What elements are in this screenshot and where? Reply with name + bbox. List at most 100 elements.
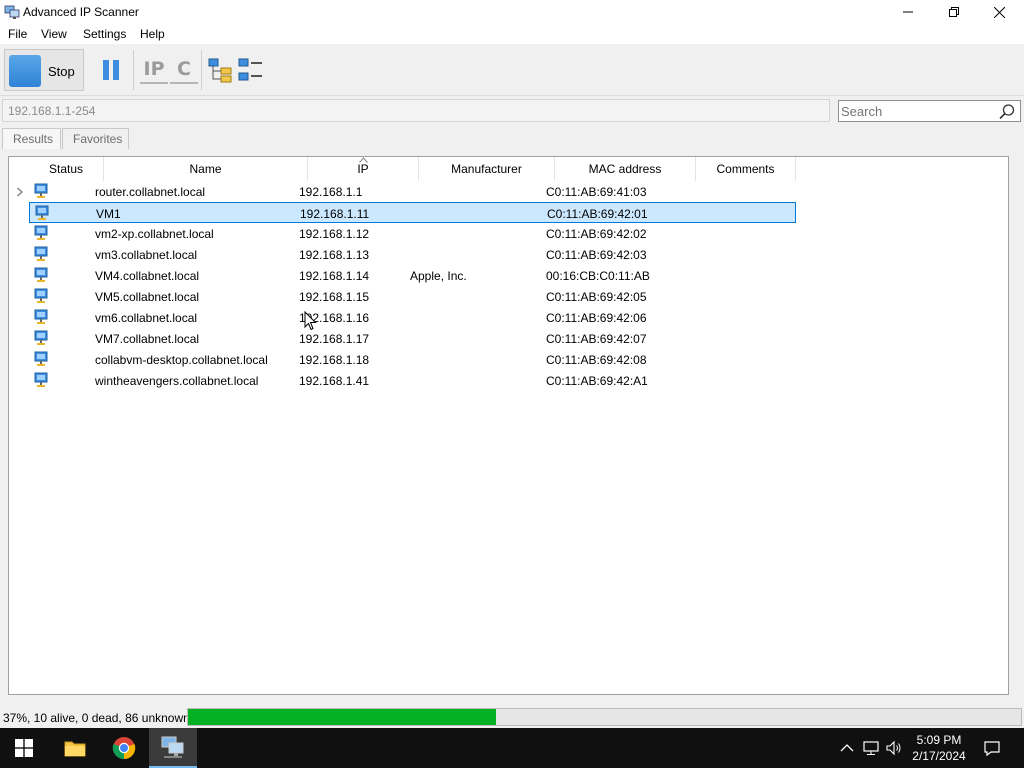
cell-mac: C0:11:AB:69:42:01 — [547, 207, 648, 221]
action-center-icon[interactable] — [983, 739, 1001, 757]
search-input[interactable] — [841, 103, 991, 119]
table-row[interactable]: router.collabnet.local 192.168.1.1 C0:11:A… — [29, 181, 796, 202]
cell-mac: C0:11:AB:69:42:08 — [546, 353, 647, 367]
cell-mac: C0:11:AB:69:42:07 — [546, 332, 647, 346]
cell-ip: 192.168.1.11 — [300, 207, 370, 221]
computer-alive-icon — [34, 225, 48, 240]
table-row[interactable]: VM5.collabnet.local 192.168.1.15 C0:11:AB:… — [29, 286, 796, 307]
column-header-manufacturer[interactable]: Manufacturer — [419, 157, 555, 181]
expand-all-icon[interactable] — [207, 56, 235, 84]
cell-name: wintheavengers.collabnet.local — [95, 374, 259, 388]
cell-ip: 192.168.1.14 — [299, 269, 370, 283]
ip-tools-button[interactable]: IP — [140, 56, 168, 84]
table-row[interactable]: wintheavengers.collabnet.local 192.168.1.… — [29, 370, 796, 391]
computer-alive-icon — [34, 372, 48, 387]
taskbar-file-explorer[interactable] — [51, 728, 99, 768]
cell-mac: C0:11:AB:69:41:03 — [546, 185, 647, 199]
cell-name: collabvm-desktop.collabnet.local — [95, 353, 268, 367]
app-window: Advanced IP Scanner File View Settings H… — [0, 0, 1024, 728]
pause-icon[interactable] — [97, 56, 125, 84]
advanced-ip-scanner-icon — [161, 736, 184, 758]
scan-status-text: 37%, 10 alive, 0 dead, 86 unknown — [3, 711, 190, 725]
table-row[interactable]: VM1 192.168.1.11 C0:11:AB:69:42:01 — [29, 202, 796, 223]
table-row[interactable]: VM4.collabnet.local 192.168.1.14 Apple, In… — [29, 265, 796, 286]
cell-mac: C0:11:AB:69:42:05 — [546, 290, 647, 304]
cell-name: VM7.collabnet.local — [95, 332, 200, 346]
taskbar-chrome[interactable] — [100, 728, 148, 768]
menu-file[interactable]: File — [8, 27, 27, 41]
computer-alive-icon — [34, 351, 48, 366]
file-explorer-icon — [64, 741, 86, 757]
expand-row-icon[interactable] — [16, 187, 24, 197]
cell-ip: 192.168.1.17 — [299, 332, 370, 346]
restore-button[interactable] — [931, 0, 977, 24]
cell-name: VM5.collabnet.local — [95, 290, 200, 304]
advanced-ip-scanner-app-icon — [4, 5, 20, 19]
cell-ip: 192.168.1.13 — [299, 248, 370, 262]
toolbar-separator — [133, 50, 134, 90]
network-icon[interactable] — [862, 739, 880, 757]
taskbar-clock[interactable]: 5:09 PM 2/17/2024 — [904, 732, 974, 764]
mouse-cursor-icon — [304, 311, 317, 331]
search-icon[interactable] — [998, 103, 1016, 121]
search-box[interactable] — [838, 100, 1021, 122]
show-hidden-icons-icon[interactable] — [838, 739, 856, 757]
close-icon — [993, 6, 1005, 18]
c-tools-button[interactable]: C — [170, 56, 198, 84]
column-header-mac-address[interactable]: MAC address — [555, 157, 696, 181]
computer-alive-icon — [34, 288, 48, 303]
results-table: Status Name IP Manufacturer MAC address … — [8, 156, 1009, 695]
sort-ascending-icon — [359, 157, 368, 163]
stop-icon — [9, 55, 41, 87]
restore-icon — [949, 7, 959, 17]
menu-help[interactable]: Help — [140, 27, 165, 41]
computer-alive-icon — [34, 246, 48, 261]
start-button[interactable] — [0, 728, 48, 768]
column-header-name[interactable]: Name — [104, 157, 308, 181]
taskbar-advanced-ip-scanner[interactable] — [149, 728, 197, 768]
table-row[interactable]: vm3.collabnet.local 192.168.1.13 C0:11:AB:… — [29, 244, 796, 265]
minimize-icon — [903, 11, 913, 13]
tab-favorites[interactable]: Favorites — [62, 128, 129, 149]
cell-name: vm2-xp.collabnet.local — [95, 227, 214, 241]
cell-manufacturer: Apple, Inc. — [410, 269, 467, 283]
clock-time: 5:09 PM — [916, 733, 962, 747]
computer-alive-icon — [34, 267, 48, 282]
cell-mac: C0:11:AB:69:42:06 — [546, 311, 647, 325]
chrome-icon — [112, 737, 136, 760]
windows-taskbar: 5:09 PM 2/17/2024 — [0, 728, 1024, 768]
toolbar: Stop IP C — [0, 44, 1024, 96]
cell-name: vm3.collabnet.local — [95, 248, 198, 262]
stop-button[interactable]: Stop — [4, 49, 84, 91]
window-title: Advanced IP Scanner — [23, 5, 139, 19]
cell-ip: 192.168.1.12 — [299, 227, 370, 241]
cell-name: router.collabnet.local — [95, 185, 206, 199]
computer-alive-icon — [34, 330, 48, 345]
minimize-button[interactable] — [885, 0, 931, 24]
toolbar-separator — [201, 50, 202, 90]
scan-progress-bar — [187, 708, 1022, 726]
column-header-status[interactable]: Status — [29, 157, 104, 181]
menu-view[interactable]: View — [41, 27, 67, 41]
menu-settings[interactable]: Settings — [83, 27, 126, 41]
computer-alive-icon — [34, 309, 48, 324]
clock-date: 2/17/2024 — [912, 749, 966, 763]
ip-range-input[interactable]: 192.168.1.1-254 — [2, 99, 830, 122]
cell-mac: C0:11:AB:69:42:A1 — [546, 374, 648, 388]
stop-label: Stop — [48, 64, 75, 79]
cell-name: vm6.collabnet.local — [95, 311, 198, 325]
column-header-comments[interactable]: Comments — [696, 157, 796, 181]
cell-name: VM4.collabnet.local — [95, 269, 200, 283]
table-row[interactable]: vm2-xp.collabnet.local 192.168.1.12 C0:11:… — [29, 223, 796, 244]
table-row[interactable]: vm6.collabnet.local 192.168.1.16 C0:11:AB:… — [29, 307, 796, 328]
table-row[interactable]: VM7.collabnet.local 192.168.1.17 C0:11:AB:… — [29, 328, 796, 349]
table-row[interactable]: collabvm-desktop.collabnet.local 192.168.… — [29, 349, 796, 370]
tab-results[interactable]: Results — [2, 128, 61, 149]
close-button[interactable] — [976, 0, 1022, 24]
cell-ip: 192.168.1.18 — [299, 353, 370, 367]
computer-alive-icon — [35, 205, 49, 220]
cell-mac: C0:11:AB:69:42:03 — [546, 248, 647, 262]
collapse-all-icon[interactable] — [237, 56, 265, 84]
start-icon — [15, 739, 33, 757]
volume-icon[interactable] — [885, 739, 903, 757]
